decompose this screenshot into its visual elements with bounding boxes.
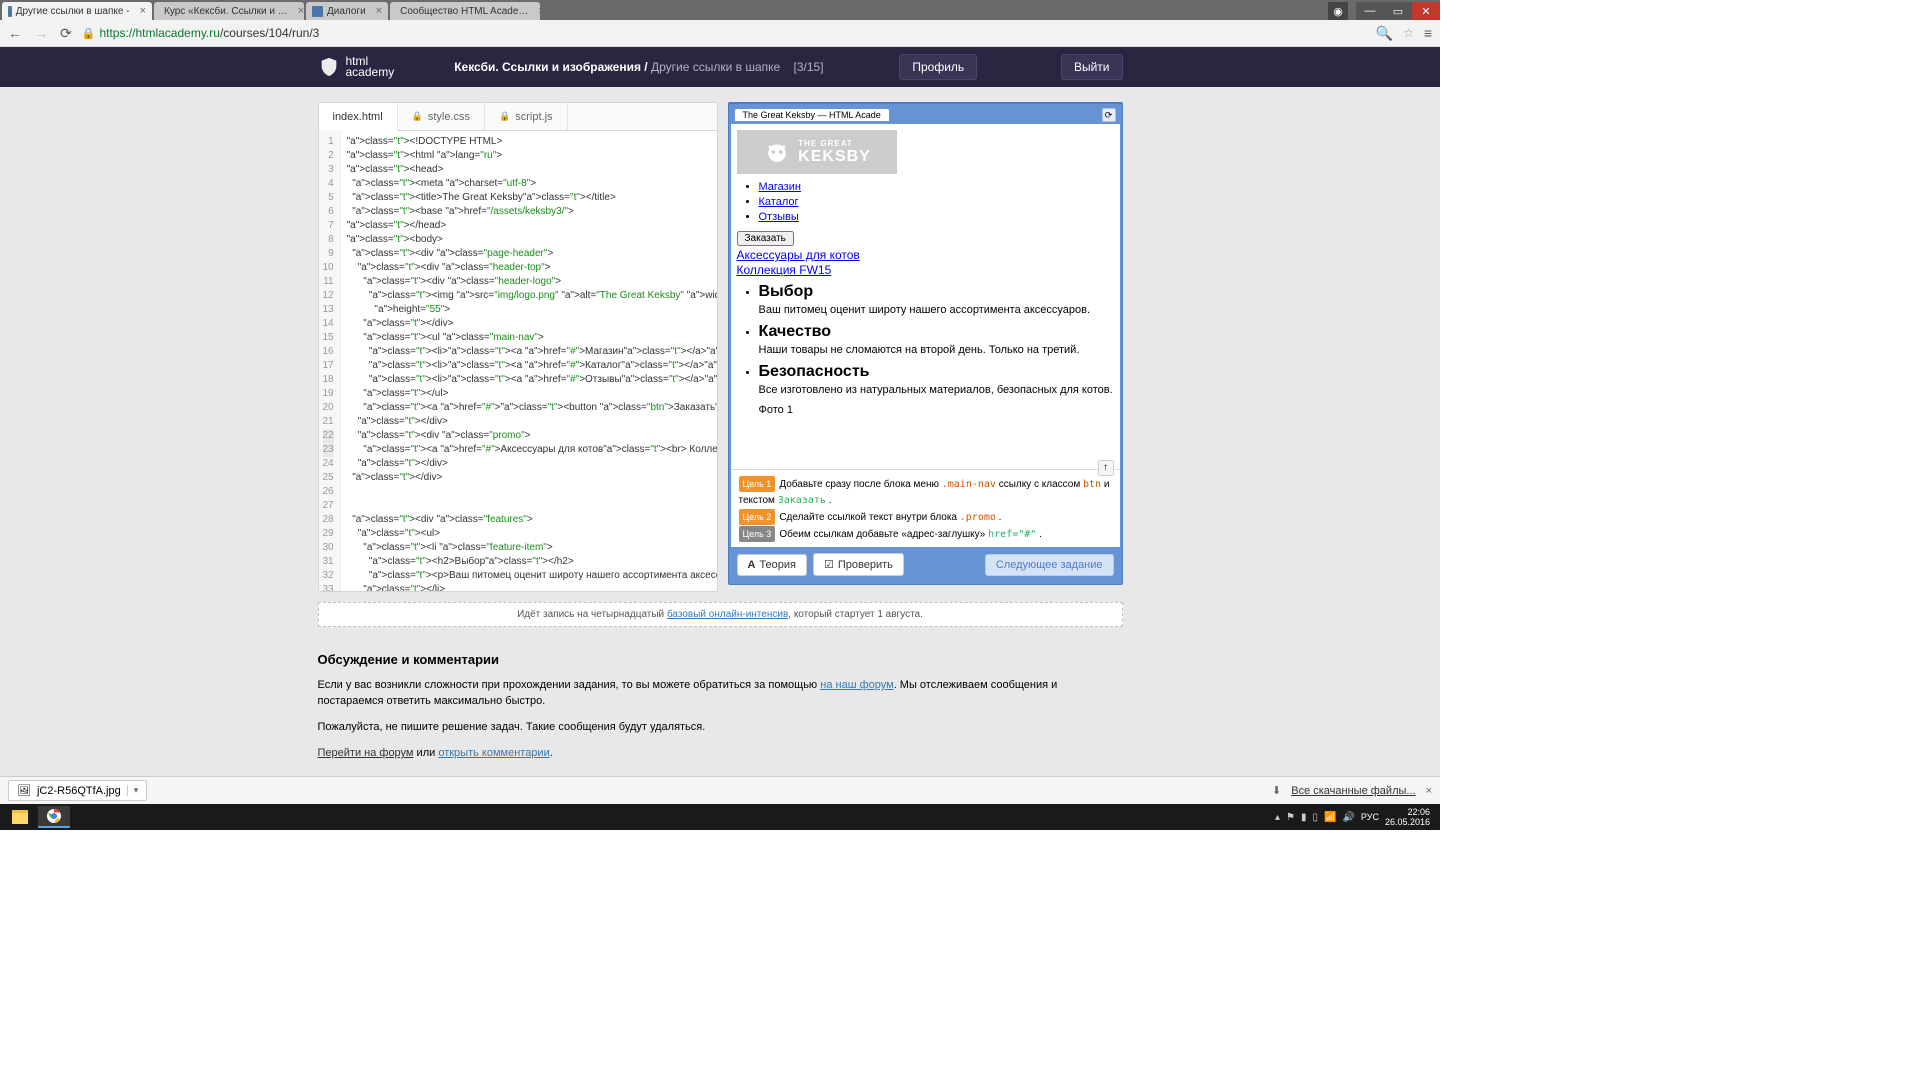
breadcrumb: Кексби. Ссылки и изображения / Другие сс…: [454, 60, 823, 74]
url-host: https://htmlacademy.ru: [99, 26, 220, 40]
tray-clock[interactable]: 22:0626.05.2016: [1385, 807, 1430, 827]
order-button[interactable]: Заказать: [737, 231, 794, 246]
preview-tab-title: The Great Keksby — HTML Acade: [735, 109, 889, 121]
url-path: /courses/104/run/3: [220, 26, 319, 40]
check-icon: ☑: [824, 558, 834, 571]
nav-link-shop[interactable]: Магазин: [759, 181, 801, 193]
reload-button[interactable]: ⟳: [58, 25, 74, 42]
goal-badge-1: Цель 1: [739, 476, 776, 492]
feature-heading: Выбор: [759, 284, 1114, 299]
file-tab-script[interactable]: 🔒script.js: [485, 103, 568, 130]
lock-icon: 🔒: [412, 111, 423, 122]
goto-forum-link[interactable]: Перейти на форум: [318, 747, 414, 759]
keksby-logo: THE GREATKEKSBY: [737, 130, 897, 174]
tray-wifi-icon[interactable]: 📶: [1324, 812, 1336, 823]
code-area[interactable]: "a">class="t"><!DOCTYPE HTML> "a">class=…: [341, 131, 717, 591]
line-numbers: 1234567891011121314151617181920212223242…: [319, 131, 341, 591]
feature-text: Ваш питомец оценит широту нашего ассорти…: [759, 303, 1114, 318]
browser-tab-strip: Другие ссылки в шапке -× Курс «Кексби. С…: [0, 0, 1440, 20]
intensive-link[interactable]: базовый онлайн-интенсив: [667, 609, 788, 620]
all-downloads-link[interactable]: Все скачанные файлы...: [1291, 785, 1415, 797]
next-task-button[interactable]: Следующее задание: [985, 554, 1114, 576]
search-icon[interactable]: 🔍: [1374, 25, 1395, 42]
lock-icon: 🔒: [82, 27, 96, 40]
preview-viewport[interactable]: THE GREATKEKSBY Магазин Каталог Отзывы З…: [731, 124, 1120, 469]
window-close[interactable]: ✕: [1412, 2, 1440, 20]
lock-icon: 🔒: [499, 111, 510, 122]
collapse-icon[interactable]: ↑: [1098, 460, 1114, 476]
tray-battery-icon[interactable]: ▮: [1301, 812, 1307, 823]
main-stage: index.html 🔒style.css 🔒script.js 1234567…: [0, 87, 1440, 791]
window-minimize[interactable]: —: [1356, 2, 1384, 20]
site-header: htmlacademy Кексби. Ссылки и изображения…: [0, 47, 1440, 87]
forward-button: →: [32, 25, 50, 41]
menu-icon[interactable]: ≡: [1422, 25, 1434, 41]
close-icon[interactable]: ×: [538, 5, 540, 17]
promo-link-1[interactable]: Аксессуары для котов: [737, 248, 860, 262]
theory-button[interactable]: AТеория: [737, 554, 808, 576]
feature-text: Наши товары не сломаются на второй день.…: [759, 343, 1114, 358]
cat-icon: [762, 137, 792, 167]
download-bar: 🖼 jC2-R56QTfA.jpg ▾ ⬇ Все скачанные файл…: [0, 776, 1440, 804]
browser-tab-1[interactable]: Другие ссылки в шапке -×: [2, 2, 152, 20]
code-editor: index.html 🔒style.css 🔒script.js 1234567…: [318, 102, 718, 592]
system-tray: ▴ ⚑ ▮ ▯ 📶 🔊 РУС 22:0626.05.2016: [1275, 807, 1436, 827]
preview-panel: The Great Keksby — HTML Acade ⟳ THE GREA…: [728, 102, 1123, 585]
forum-link[interactable]: на наш форум: [820, 679, 893, 691]
nav-link-catalog[interactable]: Каталог: [759, 196, 799, 208]
photo-label: Фото 1: [759, 404, 1114, 416]
logout-button[interactable]: Выйти: [1061, 54, 1123, 80]
close-icon[interactable]: ×: [140, 5, 146, 17]
chrome-app-icon[interactable]: [38, 806, 70, 828]
browser-tab-2[interactable]: Курс «Кексби. Ссылки и …×: [154, 2, 304, 20]
reload-icon[interactable]: ⟳: [1102, 108, 1116, 122]
explorer-app-icon[interactable]: [4, 806, 36, 828]
action-bar: AТеория ☑Проверить Следующее задание: [731, 547, 1120, 582]
close-icon[interactable]: ×: [298, 5, 304, 17]
file-icon: 🖼: [17, 784, 31, 797]
taskbar: ▴ ⚑ ▮ ▯ 📶 🔊 РУС 22:0626.05.2016: [0, 804, 1440, 830]
file-tabs: index.html 🔒style.css 🔒script.js: [319, 103, 717, 131]
profile-button[interactable]: Профиль: [899, 54, 977, 80]
goals-panel: ↑ Цель 1Добавьте сразу после блока меню …: [731, 469, 1120, 547]
comments-title: Обсуждение и комментарии: [318, 652, 1123, 667]
file-tab-style[interactable]: 🔒style.css: [398, 103, 485, 130]
tray-chevron-icon[interactable]: ▴: [1275, 812, 1280, 823]
preview-nav: Магазин Каталог Отзывы: [759, 180, 1114, 225]
address-bar[interactable]: 🔒 https://htmlacademy.ru/courses/104/run…: [82, 26, 1366, 40]
bookmark-star-icon[interactable]: ☆: [1403, 26, 1414, 40]
features-list: Выбор Ваш питомец оценит широту нашего ас…: [759, 284, 1114, 398]
goal-badge-2: Цель 2: [739, 509, 776, 525]
browser-tab-4[interactable]: Сообщество HTML Acade…×: [390, 2, 540, 20]
feature-heading: Безопасность: [759, 364, 1114, 379]
tray-sound-icon[interactable]: 🔊: [1342, 812, 1354, 823]
tray-network-icon[interactable]: ▯: [1313, 812, 1319, 823]
feature-heading: Качество: [759, 324, 1114, 339]
goal-badge-3: Цель 3: [739, 526, 776, 542]
download-item[interactable]: 🖼 jC2-R56QTfA.jpg ▾: [8, 780, 147, 801]
feature-text: Все изготовлено из натуральных материало…: [759, 383, 1114, 398]
chrome-user-icon[interactable]: ◉: [1328, 2, 1348, 20]
file-tab-index[interactable]: index.html: [319, 103, 398, 131]
shield-icon: [318, 56, 340, 78]
browser-tab-3[interactable]: Диалоги×: [306, 2, 388, 20]
browser-toolbar: ← → ⟳ 🔒 https://htmlacademy.ru/courses/1…: [0, 20, 1440, 47]
open-comments-link[interactable]: открыть комментарии: [438, 747, 549, 759]
check-button[interactable]: ☑Проверить: [813, 553, 904, 576]
comments-section: Обсуждение и комментарии Если у вас возн…: [318, 652, 1123, 761]
chevron-down-icon[interactable]: ▾: [127, 785, 139, 796]
nav-link-reviews[interactable]: Отзывы: [759, 211, 799, 223]
promo-link-2[interactable]: Коллекция FW15: [737, 263, 832, 277]
close-icon[interactable]: ×: [1426, 785, 1432, 797]
tray-flag-icon[interactable]: ⚑: [1286, 812, 1295, 823]
download-icon: ⬇: [1272, 784, 1281, 797]
window-maximize[interactable]: ▭: [1384, 2, 1412, 20]
back-button[interactable]: ←: [6, 25, 24, 41]
tray-lang[interactable]: РУС: [1361, 812, 1379, 822]
promo-banner: Идёт запись на четырнадцатый базовый онл…: [318, 602, 1123, 627]
close-icon[interactable]: ×: [376, 5, 382, 17]
site-logo[interactable]: htmlacademy: [318, 56, 395, 78]
